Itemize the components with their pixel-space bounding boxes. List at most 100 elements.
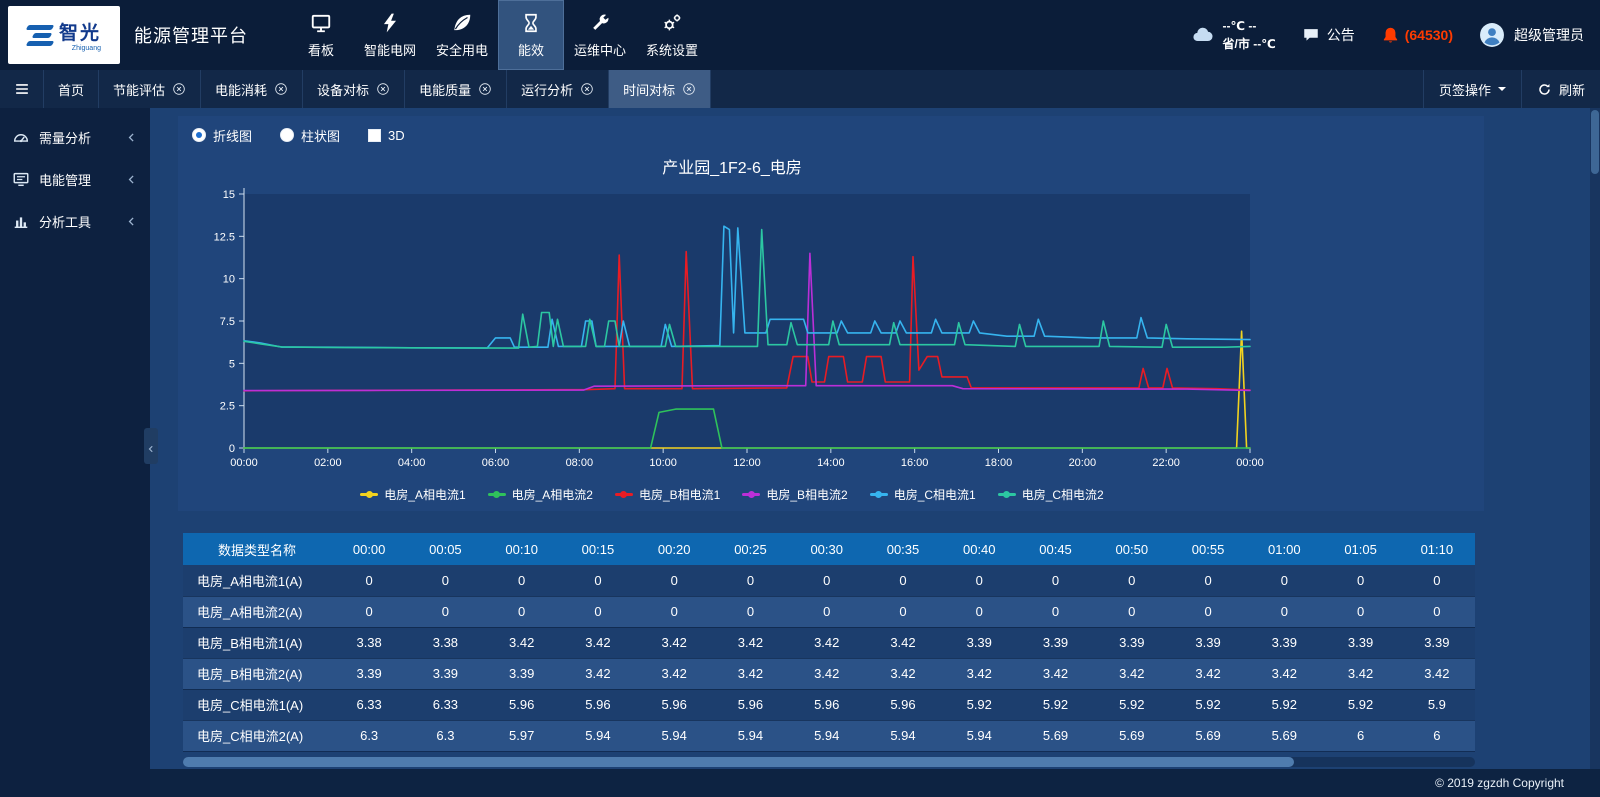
tab-3[interactable]: 设备对标 xyxy=(303,70,405,108)
svg-text:06:00: 06:00 xyxy=(482,457,510,469)
svg-text:16:00: 16:00 xyxy=(901,457,929,469)
tab-close-icon[interactable] xyxy=(478,82,492,96)
top-nav-item-5[interactable]: 系统设置 xyxy=(636,0,708,70)
sidebar-item-1[interactable]: 电能管理 xyxy=(0,158,150,200)
horizontal-scrollbar[interactable] xyxy=(183,757,1475,767)
value-cell: 3.39 xyxy=(1322,627,1398,658)
tab-6[interactable]: 时间对标 xyxy=(609,70,711,108)
table-row[interactable]: 电房_A相电流2(A)000000000000000 xyxy=(183,596,1475,627)
legend-item-1[interactable]: 电房_A相电流2 xyxy=(488,486,593,503)
sidebar-collapse-handle[interactable] xyxy=(144,428,158,464)
column-header: 00:15 xyxy=(560,533,636,565)
value-cell: 0 xyxy=(1322,565,1398,596)
tab-operations-button[interactable]: 页签操作 xyxy=(1423,70,1521,108)
top-nav-item-3[interactable]: 能效 xyxy=(498,0,564,70)
tab-close-icon[interactable] xyxy=(580,82,594,96)
value-cell: 5.96 xyxy=(636,689,712,720)
menu-toggle-button[interactable] xyxy=(0,70,44,108)
legend-item-4[interactable]: 电房_C相电流1 xyxy=(870,486,976,503)
value-cell: 3.39 xyxy=(941,627,1017,658)
value-cell: 0 xyxy=(1246,565,1322,596)
alarm-button[interactable]: (64530) xyxy=(1381,26,1453,45)
legend-item-3[interactable]: 电房_B相电流2 xyxy=(742,486,847,503)
chevron-down-icon xyxy=(1498,87,1506,95)
column-header: 01:05 xyxy=(1322,533,1398,565)
top-nav-item-0[interactable]: 看板 xyxy=(288,0,354,70)
option-label: 柱状图 xyxy=(301,126,340,145)
value-cell: 3.42 xyxy=(1246,658,1322,689)
vertical-scrollbar-thumb[interactable] xyxy=(1591,110,1599,174)
value-cell: 5.69 xyxy=(1170,720,1246,751)
logo: 智光 Zhiguang xyxy=(8,6,120,64)
chart-option-checkbox-2[interactable]: 3D xyxy=(368,128,405,143)
user-menu[interactable]: 超级管理员 xyxy=(1479,22,1584,48)
announcement-button[interactable]: 公告 xyxy=(1302,25,1355,45)
value-cell: 3.42 xyxy=(789,627,865,658)
sidebar-item-0[interactable]: 需量分析 xyxy=(0,116,150,158)
chart-type-radio-1[interactable]: 柱状图 xyxy=(280,126,340,145)
tab-4[interactable]: 电能质量 xyxy=(405,70,507,108)
gears-icon xyxy=(661,12,683,34)
legend-marker-icon xyxy=(488,493,506,496)
svg-text:10: 10 xyxy=(223,274,235,286)
value-cell: 3.42 xyxy=(1170,658,1246,689)
value-cell: 5.69 xyxy=(1246,720,1322,751)
value-cell: 3.39 xyxy=(1399,627,1475,658)
value-cell: 3.42 xyxy=(636,627,712,658)
legend-item-2[interactable]: 电房_B相电流1 xyxy=(615,486,720,503)
value-cell: 6 xyxy=(1322,720,1398,751)
value-cell: 3.42 xyxy=(1017,658,1093,689)
monitor-icon xyxy=(310,12,332,34)
tab-operations-label: 页签操作 xyxy=(1439,80,1491,99)
svg-text:00:00: 00:00 xyxy=(1236,457,1264,469)
chevron-left-icon xyxy=(146,441,156,451)
tab-1[interactable]: 节能评估 xyxy=(99,70,201,108)
main-content: 折线图柱状图3D 产业园_1F2-6_电房 02.557.51012.51500… xyxy=(150,108,1600,797)
value-cell: 0 xyxy=(1399,596,1475,627)
tab-close-icon[interactable] xyxy=(376,82,390,96)
sidebar-item-2[interactable]: 分析工具 xyxy=(0,200,150,242)
value-cell: 0 xyxy=(636,565,712,596)
table-row[interactable]: 电房_C相电流2(A)6.36.35.975.945.945.945.945.9… xyxy=(183,720,1475,751)
lightning-icon xyxy=(379,12,401,34)
value-cell: 5.97 xyxy=(484,720,560,751)
value-cell: 3.42 xyxy=(865,627,941,658)
chart-type-radio-0[interactable]: 折线图 xyxy=(192,126,252,145)
tab-close-icon[interactable] xyxy=(172,82,186,96)
chevron-left-icon xyxy=(125,131,138,144)
column-header: 00:55 xyxy=(1170,533,1246,565)
table-row[interactable]: 电房_B相电流1(A)3.383.383.423.423.423.423.423… xyxy=(183,627,1475,658)
value-cell: 5.69 xyxy=(1017,720,1093,751)
svg-text:12.5: 12.5 xyxy=(214,231,235,243)
tab-close-icon[interactable] xyxy=(682,82,696,96)
tab-2[interactable]: 电能消耗 xyxy=(201,70,303,108)
value-cell: 3.42 xyxy=(712,658,788,689)
table-row[interactable]: 电房_A相电流1(A)000000000000000 xyxy=(183,565,1475,596)
value-cell: 5.96 xyxy=(712,689,788,720)
tab-5[interactable]: 运行分析 xyxy=(507,70,609,108)
horizontal-scrollbar-thumb[interactable] xyxy=(183,757,1294,767)
top-nav-item-4[interactable]: 运维中心 xyxy=(564,0,636,70)
table-row[interactable]: 电房_B相电流2(A)3.393.393.393.423.423.423.423… xyxy=(183,658,1475,689)
refresh-button[interactable]: 刷新 xyxy=(1521,70,1600,108)
column-header: 00:20 xyxy=(636,533,712,565)
column-header: 00:00 xyxy=(331,533,407,565)
column-header: 00:10 xyxy=(484,533,560,565)
table-row[interactable]: 电房_C相电流1(A)6.336.335.965.965.965.965.965… xyxy=(183,689,1475,720)
top-nav-item-2[interactable]: 安全用电 xyxy=(426,0,498,70)
value-cell: 0 xyxy=(1094,596,1170,627)
table-header-row: 数据类型名称00:0000:0500:1000:1500:2000:2500:3… xyxy=(183,533,1475,565)
value-cell: 3.42 xyxy=(1094,658,1170,689)
vertical-scrollbar[interactable] xyxy=(1590,108,1600,769)
row-name-cell: 电房_B相电流2(A) xyxy=(183,658,331,689)
demand-analysis-icon xyxy=(12,128,30,146)
top-nav-item-1[interactable]: 智能电网 xyxy=(354,0,426,70)
tab-close-icon[interactable] xyxy=(274,82,288,96)
tab-0[interactable]: 首页 xyxy=(44,70,99,108)
legend-item-0[interactable]: 电房_A相电流1 xyxy=(360,486,465,503)
legend-label: 电房_A相电流1 xyxy=(384,486,465,503)
svg-text:14:00: 14:00 xyxy=(817,457,845,469)
legend-item-5[interactable]: 电房_C相电流2 xyxy=(998,486,1104,503)
svg-text:2.5: 2.5 xyxy=(220,401,235,413)
analysis-tools-icon xyxy=(12,212,30,230)
